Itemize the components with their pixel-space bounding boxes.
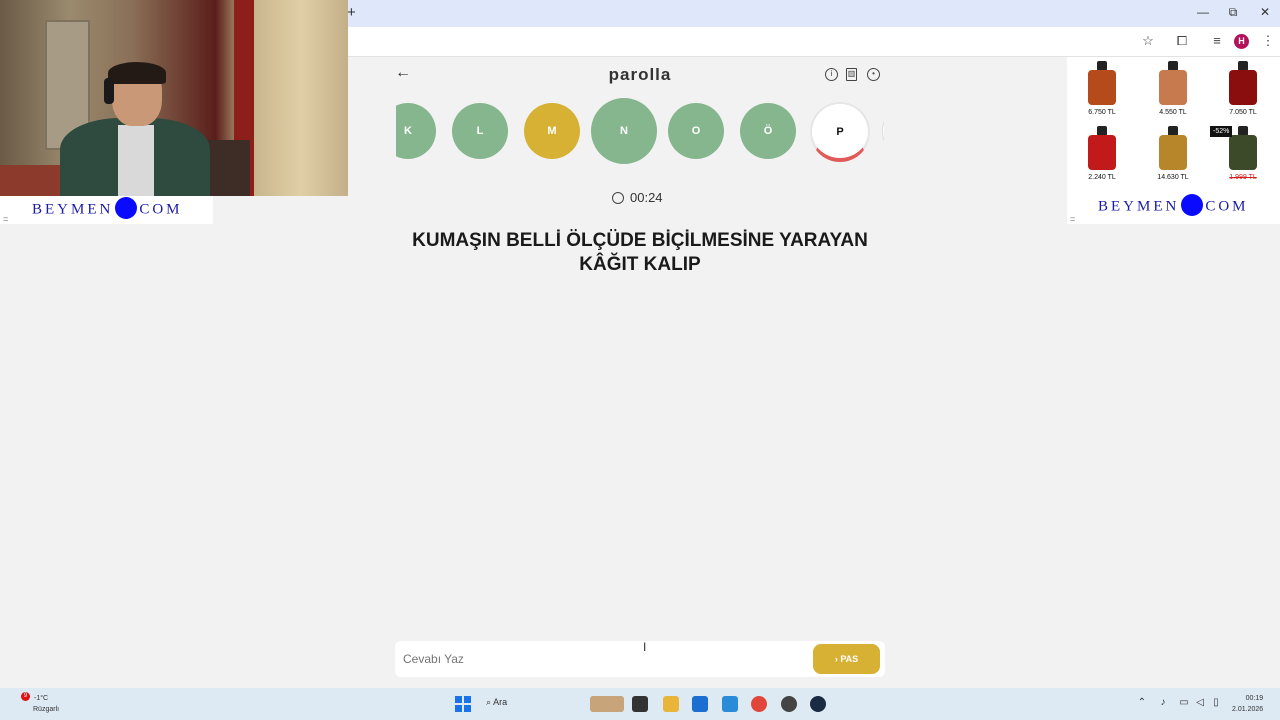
profile-avatar[interactable]: H — [1234, 34, 1249, 49]
volume-icon[interactable]: ◁ — [1193, 697, 1207, 708]
timer: 00:24 — [612, 190, 663, 205]
profile-icon[interactable]: • — [867, 68, 880, 81]
windows-start-icon[interactable] — [455, 696, 471, 712]
close-icon[interactable]: ✕ — [1250, 5, 1280, 19]
battery-icon[interactable]: ▯ — [1209, 697, 1223, 708]
pass-button[interactable]: › PAS — [813, 644, 880, 674]
game-header: ← parolla i ▥ • — [395, 60, 885, 90]
letter-circle: N — [591, 98, 657, 164]
steam-icon[interactable] — [810, 696, 826, 712]
tray-chevron-icon[interactable]: ⌃ — [1135, 697, 1149, 708]
question-text: KUMAŞIN BELLİ ÖLÇÜDE BİÇİLMESİNE YARAYAN… — [412, 230, 868, 275]
new-tab-button[interactable]: + — [347, 4, 356, 21]
star-icon[interactable]: ☆ — [1139, 33, 1157, 49]
file-explorer-icon[interactable] — [663, 696, 679, 712]
maximize-icon[interactable]: ⧉ — [1218, 5, 1248, 20]
search-highlight-icon — [590, 696, 624, 712]
perfume-bottle-icon — [1159, 70, 1187, 105]
ad-menu-icon[interactable]: = — [1070, 214, 1075, 224]
letter-circle-current: P — [810, 102, 870, 162]
webcam-curtain — [254, 0, 348, 196]
task-view-icon[interactable] — [632, 696, 648, 712]
reading-list-icon[interactable]: ≡ — [1208, 33, 1226, 48]
stats-icon[interactable]: ▥ — [846, 68, 857, 81]
letter-circle — [882, 103, 884, 159]
beymen-logo[interactable]: BEYMEN COM — [1098, 194, 1249, 218]
webcam-headset — [104, 78, 114, 104]
letter-circle: Ö — [740, 103, 796, 159]
search-icon: ⌕ — [486, 697, 492, 707]
ad-product[interactable]: 7.050 TL — [1210, 59, 1276, 123]
weather-badge: 9 — [21, 692, 30, 701]
ad-product[interactable]: 2.240 TL — [1069, 124, 1135, 188]
letter-carousel: K L M N O Ö P — [396, 97, 884, 165]
ad-product[interactable]: 14.630 TL — [1140, 124, 1206, 188]
ad-product[interactable]: 6.750 TL — [1069, 59, 1135, 123]
answer-input[interactable] — [403, 649, 793, 669]
ad-menu-icon[interactable]: = — [3, 214, 8, 224]
webcam-overlay — [0, 0, 348, 196]
perfume-bottle-icon — [1088, 70, 1116, 105]
letter-circle: L — [452, 103, 508, 159]
webcam-person-shirt — [118, 125, 154, 196]
ad-product[interactable]: 4.550 TL — [1140, 59, 1206, 123]
perfume-bottle-icon — [1229, 135, 1257, 170]
beymen-logo[interactable]: BEYMEN COM — [32, 197, 183, 221]
answer-bar: › PAS — [395, 641, 885, 677]
letter-circle: K — [396, 103, 436, 159]
letter-circle: M — [524, 103, 580, 159]
text-cursor-icon: I — [643, 640, 647, 654]
chrome-icon[interactable] — [751, 696, 767, 712]
menu-icon[interactable]: ⋮ — [1259, 33, 1277, 49]
page-title: parolla — [608, 65, 672, 84]
taskbar-search[interactable]: ⌕ Ara — [486, 697, 507, 708]
minimize-icon[interactable]: — — [1188, 5, 1218, 19]
outlook-icon[interactable] — [722, 696, 738, 712]
logo-dot-icon — [1181, 194, 1204, 216]
chevron-right-icon: › — [834, 654, 838, 664]
logo-dot-icon — [115, 197, 138, 219]
extensions-icon[interactable]: ⧠ — [1173, 33, 1191, 49]
webcam-person-hair — [108, 62, 166, 84]
clock-icon — [612, 192, 624, 204]
media-app-icon[interactable] — [781, 696, 797, 712]
ad-banner-left[interactable]: BEYMEN COM — [0, 196, 213, 224]
network-icon[interactable]: ▭ — [1177, 697, 1191, 708]
store-icon[interactable] — [692, 696, 708, 712]
letter-circle: O — [668, 103, 724, 159]
discount-badge: -52% — [1210, 126, 1233, 137]
system-clock[interactable]: 00:19 2.01.2026 — [1232, 693, 1263, 715]
perfume-bottle-icon — [1159, 135, 1187, 170]
microphone-icon[interactable]: ♪ — [1156, 697, 1170, 708]
perfume-bottle-icon — [1088, 135, 1116, 170]
perfume-bottle-icon — [1229, 70, 1257, 105]
address-bar[interactable] — [348, 30, 1168, 54]
info-icon[interactable]: i — [825, 68, 838, 81]
